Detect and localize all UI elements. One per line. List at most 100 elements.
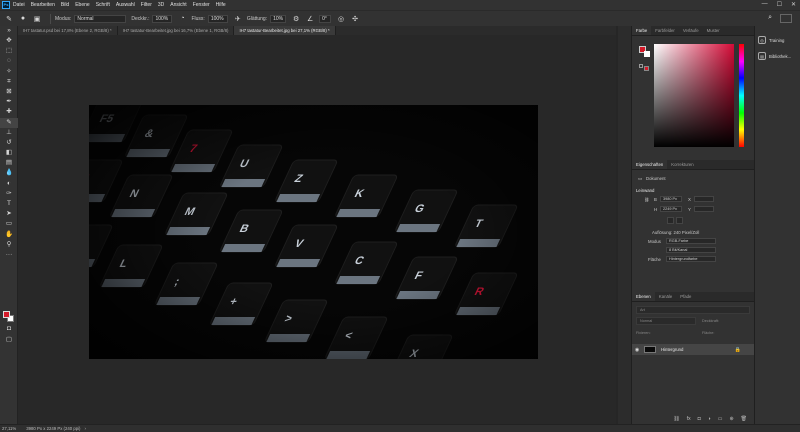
crop-tool-icon[interactable]: ⌗ <box>0 77 18 87</box>
gradient-tool-icon[interactable]: ▤ <box>0 158 18 168</box>
tab-ebenen[interactable]: Ebenen <box>632 292 655 301</box>
symmetry-icon[interactable]: ✣ <box>350 14 360 24</box>
hand-tool-icon[interactable]: ✋ <box>0 230 18 240</box>
bit-depth-select[interactable]: 8 Bit/Kanal <box>666 247 716 253</box>
menu-datei[interactable]: Datei <box>13 2 25 8</box>
pen-tool-icon[interactable]: ✑ <box>0 189 18 199</box>
eraser-tool-icon[interactable]: ◧ <box>0 148 18 158</box>
canvas-section-title[interactable]: Leinwand <box>636 188 654 193</box>
color-mode-select[interactable]: RGB-Farbe <box>666 238 716 244</box>
visibility-eye-icon[interactable]: ◉ <box>632 347 642 353</box>
minimize-icon[interactable]: — <box>762 1 768 8</box>
tools-collapse-icon[interactable]: » <box>0 26 18 36</box>
trash-icon[interactable]: 🗑 <box>741 416 747 422</box>
smoothing-field[interactable]: 10% <box>270 14 287 23</box>
tab-farbe[interactable]: Farbe <box>632 26 652 35</box>
add-mask-icon[interactable]: ◘ <box>698 416 701 422</box>
zoom-tool-icon[interactable]: ⚲ <box>0 240 18 250</box>
adjustment-layer-icon[interactable]: ◑ <box>708 416 711 422</box>
shape-tool-icon[interactable]: ▭ <box>0 220 18 230</box>
height-field[interactable]: 2249 Px <box>660 206 682 212</box>
menu-ebene[interactable]: Ebene <box>75 2 89 8</box>
history-brush-tool-icon[interactable]: ↺ <box>0 138 18 148</box>
pressure-size-icon[interactable]: ◎ <box>336 14 346 24</box>
landscape-orientation-icon[interactable] <box>676 217 683 224</box>
search-icon[interactable]: ⌕ <box>768 14 772 22</box>
menu-3d[interactable]: 3D <box>158 2 164 8</box>
brush-settings-icon[interactable]: ▣ <box>32 14 42 24</box>
status-menu-icon[interactable]: › <box>85 426 86 431</box>
tab-doc-2[interactable]: IH7 tastatur-Bearbeitet.jpg bei 16,7% (E… <box>117 26 235 35</box>
out-of-gamut-icon[interactable] <box>644 66 649 71</box>
menu-fenster[interactable]: Fenster <box>193 2 210 8</box>
blur-tool-icon[interactable]: 💧 <box>0 169 18 179</box>
healing-brush-tool-icon[interactable]: ✚ <box>0 108 18 118</box>
move-tool-icon[interactable]: ✥ <box>0 36 18 46</box>
lock-icon[interactable]: 🔒 <box>735 347 741 353</box>
color-picker-field[interactable] <box>654 44 734 147</box>
libraries-item[interactable]: ▤ Bibliothek... <box>755 48 800 64</box>
photoshop-logo-icon[interactable]: Ps <box>2 1 10 9</box>
keyboard-photo[interactable]: F5&7UZKGTHNMBVCFRJL;+><X <box>89 105 538 359</box>
layer-row-hintergrund[interactable]: ◉ Hintergrund 🔒 <box>632 344 755 355</box>
menu-auswahl[interactable]: Auswahl <box>116 2 135 8</box>
tab-muster[interactable]: Muster <box>703 26 724 35</box>
menu-schrift[interactable]: Schrift <box>96 2 110 8</box>
foreground-color-swatch[interactable] <box>3 311 10 318</box>
menu-ansicht[interactable]: Ansicht <box>170 2 186 8</box>
link-layers-icon[interactable]: ⛓ <box>673 416 679 422</box>
tab-verlaeufe[interactable]: Verläufe <box>679 26 703 35</box>
type-tool-icon[interactable]: T <box>0 199 18 209</box>
dodge-tool-icon[interactable]: ◐ <box>0 179 18 189</box>
airbrush-icon[interactable]: ✈ <box>233 14 243 24</box>
menu-hilfe[interactable]: Hilfe <box>216 2 226 8</box>
menu-bearbeiten[interactable]: Bearbeiten <box>31 2 55 8</box>
layer-filter[interactable]: Art <box>636 306 750 314</box>
default-colors-icon[interactable] <box>639 64 643 68</box>
path-select-tool-icon[interactable]: ➤ <box>0 209 18 219</box>
training-item[interactable]: ◎ Training <box>755 32 800 48</box>
brush-tool-icon[interactable]: ✎ <box>4 14 14 24</box>
clone-stamp-tool-icon[interactable]: ⊥ <box>0 128 18 138</box>
layer-style-icon[interactable]: fx <box>687 416 691 422</box>
angle-field[interactable]: 0° <box>319 14 332 23</box>
screen-mode-icon[interactable]: ▢ <box>0 335 18 345</box>
portrait-orientation-icon[interactable] <box>667 217 674 224</box>
lasso-tool-icon[interactable]: ◌ <box>0 57 18 67</box>
tab-kanaele[interactable]: Kanäle <box>655 292 676 301</box>
menu-filter[interactable]: Filter <box>141 2 152 8</box>
frame-tool-icon[interactable]: ⊠ <box>0 87 18 97</box>
new-layer-icon[interactable]: ⊕ <box>729 416 733 422</box>
quick-select-tool-icon[interactable]: ✧ <box>0 67 18 77</box>
color-bg-swatch[interactable] <box>644 51 650 57</box>
width-field[interactable]: 3980 Px <box>660 196 682 202</box>
y-field[interactable] <box>694 206 714 212</box>
opacity-field[interactable]: 100% <box>152 14 173 23</box>
link-icon[interactable]: ⛓ <box>644 197 649 203</box>
maximize-icon[interactable]: ☐ <box>777 1 782 8</box>
tab-doc-3[interactable]: IH7 tastatur-Bearbeitet.jpg bei 27,1% (R… <box>234 26 336 35</box>
tab-farbfelder[interactable]: Farbfelder <box>651 26 679 35</box>
workspace-icon[interactable] <box>780 14 792 23</box>
tab-pfade[interactable]: Pfade <box>676 292 695 301</box>
smoothing-settings-icon[interactable]: ⚙ <box>291 14 301 24</box>
pressure-opacity-icon[interactable]: ◔ <box>177 14 187 24</box>
fill-select[interactable]: Hintergrundfarbe <box>666 256 716 262</box>
blend-mode-select[interactable]: Normal <box>636 317 696 325</box>
close-icon[interactable]: ✕ <box>791 1 796 8</box>
flow-field[interactable]: 100% <box>207 14 228 23</box>
menu-bild[interactable]: Bild <box>61 2 69 8</box>
mode-select[interactable]: Normal <box>74 14 127 23</box>
new-group-icon[interactable]: ▭ <box>718 416 723 422</box>
quick-mask-icon[interactable]: ◘ <box>0 324 18 334</box>
tab-eigenschaften[interactable]: Eigenschaften <box>632 160 668 169</box>
more-tools-icon[interactable]: ··· <box>0 250 18 260</box>
x-field[interactable] <box>694 196 714 202</box>
zoom-level[interactable]: 27,11% <box>2 426 16 431</box>
tab-doc-1[interactable]: IH7 tastatur.psd bei 17,8% (Ebene 2, RGB… <box>18 26 118 35</box>
hue-slider[interactable] <box>739 44 744 147</box>
eyedropper-tool-icon[interactable]: ✒ <box>0 97 18 107</box>
tab-korrekturen[interactable]: Korrekturen <box>667 160 697 169</box>
brush-tool-icon[interactable]: ✎ <box>0 117 18 128</box>
brush-preset-icon[interactable]: ● <box>18 14 28 24</box>
